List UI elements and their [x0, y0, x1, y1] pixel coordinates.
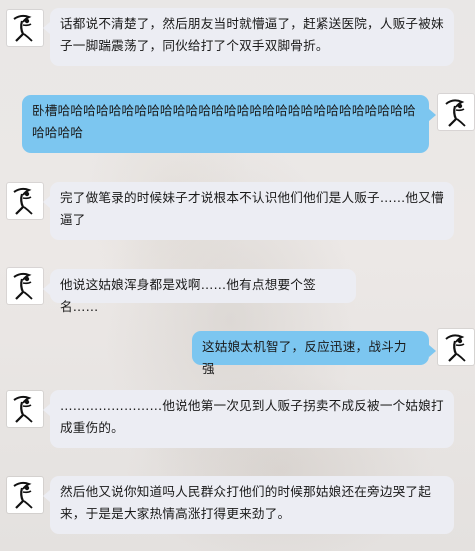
sketch-figure-avatar-icon	[13, 395, 33, 423]
self-avatar[interactable]	[438, 94, 474, 130]
message-bubble-incoming: 他说这姑娘浑身都是戏啊……他有点想要个签名……	[43, 269, 356, 314]
message-row: 然后他又说你知道吗人民群众打他们的时候那姑娘还在旁边哭了起来，于是是大家热情高涨…	[0, 474, 475, 540]
contact-avatar[interactable]	[7, 477, 43, 513]
message-row: 完了做笔录的时候妹子才说根本不认识他们他们是人贩子……他又懵逼了	[0, 180, 475, 246]
sketch-figure-avatar-icon	[445, 99, 466, 127]
sketch-figure-avatar-icon	[13, 272, 33, 300]
self-avatar[interactable]	[438, 329, 474, 365]
message-bubble-incoming: ……………………他说他第一次见到人贩子拐卖不成反被一个姑娘打成重伤的。	[43, 390, 454, 448]
message-row: 他说这姑娘浑身都是戏啊……他有点想要个签名……	[0, 266, 475, 314]
message-row: 这姑娘太机智了，反应迅速，战斗力强	[0, 328, 475, 376]
contact-avatar[interactable]	[7, 268, 43, 304]
sketch-figure-avatar-icon	[445, 334, 466, 362]
message-row: ……………………他说他第一次见到人贩子拐卖不成反被一个姑娘打成重伤的。	[0, 388, 475, 454]
sketch-figure-avatar-icon	[13, 187, 33, 215]
sketch-figure-avatar-icon	[13, 14, 33, 42]
contact-avatar[interactable]	[7, 10, 43, 46]
sketch-figure-avatar-icon	[13, 481, 33, 509]
message-row: 卧槽哈哈哈哈哈哈哈哈哈哈哈哈哈哈哈哈哈哈哈哈哈哈哈哈哈哈哈哈哈哈哈哈	[0, 92, 475, 158]
message-bubble-outgoing: 卧槽哈哈哈哈哈哈哈哈哈哈哈哈哈哈哈哈哈哈哈哈哈哈哈哈哈哈哈哈哈哈哈哈	[22, 95, 436, 153]
message-row: 话都说不清楚了，然后朋友当时就懵逼了，赶紧送医院，人贩子被妹子一脚踹震荡了，同伙…	[0, 6, 475, 72]
contact-avatar[interactable]	[7, 183, 43, 219]
chat-thread[interactable]: 话都说不清楚了，然后朋友当时就懵逼了，赶紧送医院，人贩子被妹子一脚踹震荡了，同伙…	[0, 0, 475, 551]
message-bubble-incoming: 完了做笔录的时候妹子才说根本不认识他们他们是人贩子……他又懵逼了	[43, 182, 454, 240]
message-bubble-incoming: 话都说不清楚了，然后朋友当时就懵逼了，赶紧送医院，人贩子被妹子一脚踹震荡了，同伙…	[43, 8, 454, 66]
contact-avatar[interactable]	[7, 391, 43, 427]
message-bubble-outgoing: 这姑娘太机智了，反应迅速，战斗力强	[192, 331, 436, 376]
message-bubble-incoming: 然后他又说你知道吗人民群众打他们的时候那姑娘还在旁边哭了起来，于是是大家热情高涨…	[43, 476, 454, 534]
